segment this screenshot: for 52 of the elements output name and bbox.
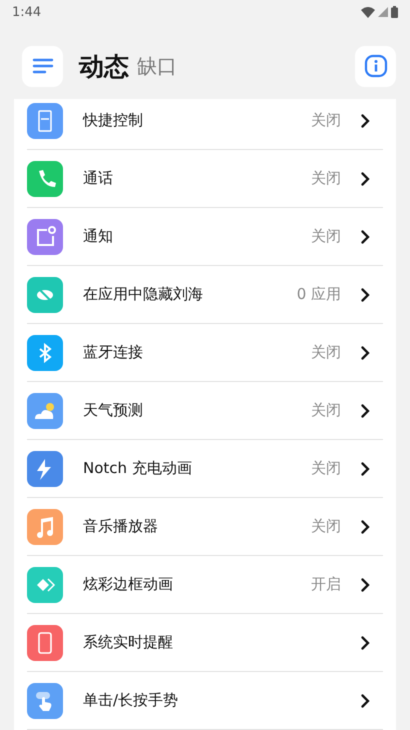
menu-button[interactable] bbox=[22, 46, 63, 86]
settings-row[interactable]: 蓝牙连接 关闭 bbox=[27, 324, 383, 382]
settings-row[interactable]: 炫彩边框动画 开启 bbox=[27, 556, 383, 614]
row-status: 开启 bbox=[311, 575, 341, 594]
row-status: 关闭 bbox=[311, 227, 341, 246]
row-label: 天气预测 bbox=[83, 401, 144, 420]
menu-icon bbox=[32, 58, 54, 74]
settings-row[interactable]: 音乐播放器 关闭 bbox=[27, 498, 383, 556]
settings-row[interactable]: 天气预测 关闭 bbox=[27, 382, 383, 440]
info-icon bbox=[364, 54, 388, 78]
row-label: Notch 充电动画 bbox=[83, 459, 193, 478]
settings-row[interactable]: 系统实时提醒 bbox=[27, 614, 383, 672]
wifi-icon bbox=[361, 6, 375, 18]
chevron-right-icon bbox=[361, 462, 370, 476]
row-status: 关闭 bbox=[311, 401, 341, 420]
row-label: 通话 bbox=[83, 169, 114, 188]
chevron-right-icon bbox=[361, 520, 370, 534]
row-status: 0 应用 bbox=[296, 285, 341, 304]
row-label: 系统实时提醒 bbox=[83, 633, 174, 652]
chevron-right-icon bbox=[361, 578, 370, 592]
info-button[interactable] bbox=[355, 46, 396, 86]
chevron-right-icon bbox=[361, 404, 370, 418]
row-status: 关闭 bbox=[311, 459, 341, 478]
row-label: 音乐播放器 bbox=[83, 517, 159, 536]
settings-row[interactable]: 通话 关闭 bbox=[27, 150, 383, 208]
battery-icon bbox=[391, 6, 398, 18]
row-status: 关闭 bbox=[311, 169, 341, 188]
row-status: 关闭 bbox=[311, 111, 341, 130]
chevron-right-icon bbox=[361, 288, 370, 302]
page-subtitle: 缺口 bbox=[137, 52, 177, 80]
chevron-right-icon bbox=[361, 346, 370, 360]
chevron-right-icon bbox=[361, 114, 370, 128]
row-label: 快捷控制 bbox=[83, 111, 144, 130]
page-title: 动态 bbox=[79, 50, 129, 82]
row-label: 炫彩边框动画 bbox=[83, 575, 174, 594]
settings-row[interactable]: 通知 关闭 bbox=[27, 208, 383, 266]
row-status: 关闭 bbox=[311, 343, 341, 362]
row-label: 在应用中隐藏刘海 bbox=[83, 285, 204, 304]
settings-row[interactable]: 在应用中隐藏刘海 0 应用 bbox=[27, 266, 383, 324]
settings-row[interactable]: 单击/长按手势 bbox=[27, 672, 383, 730]
status-time: 1:44 bbox=[12, 4, 42, 20]
chevron-right-icon bbox=[361, 694, 370, 708]
settings-row[interactable]: Notch 充电动画 关闭 bbox=[27, 440, 383, 498]
chevron-right-icon bbox=[361, 230, 370, 244]
row-label: 通知 bbox=[83, 227, 114, 246]
chevron-right-icon bbox=[361, 636, 370, 650]
settings-row[interactable]: 快捷控制 关闭 bbox=[27, 99, 383, 150]
row-label: 蓝牙连接 bbox=[83, 343, 144, 362]
row-label: 单击/长按手势 bbox=[83, 691, 180, 710]
signal-icon bbox=[378, 7, 388, 17]
row-status: 关闭 bbox=[311, 517, 341, 536]
chevron-right-icon bbox=[361, 172, 370, 186]
